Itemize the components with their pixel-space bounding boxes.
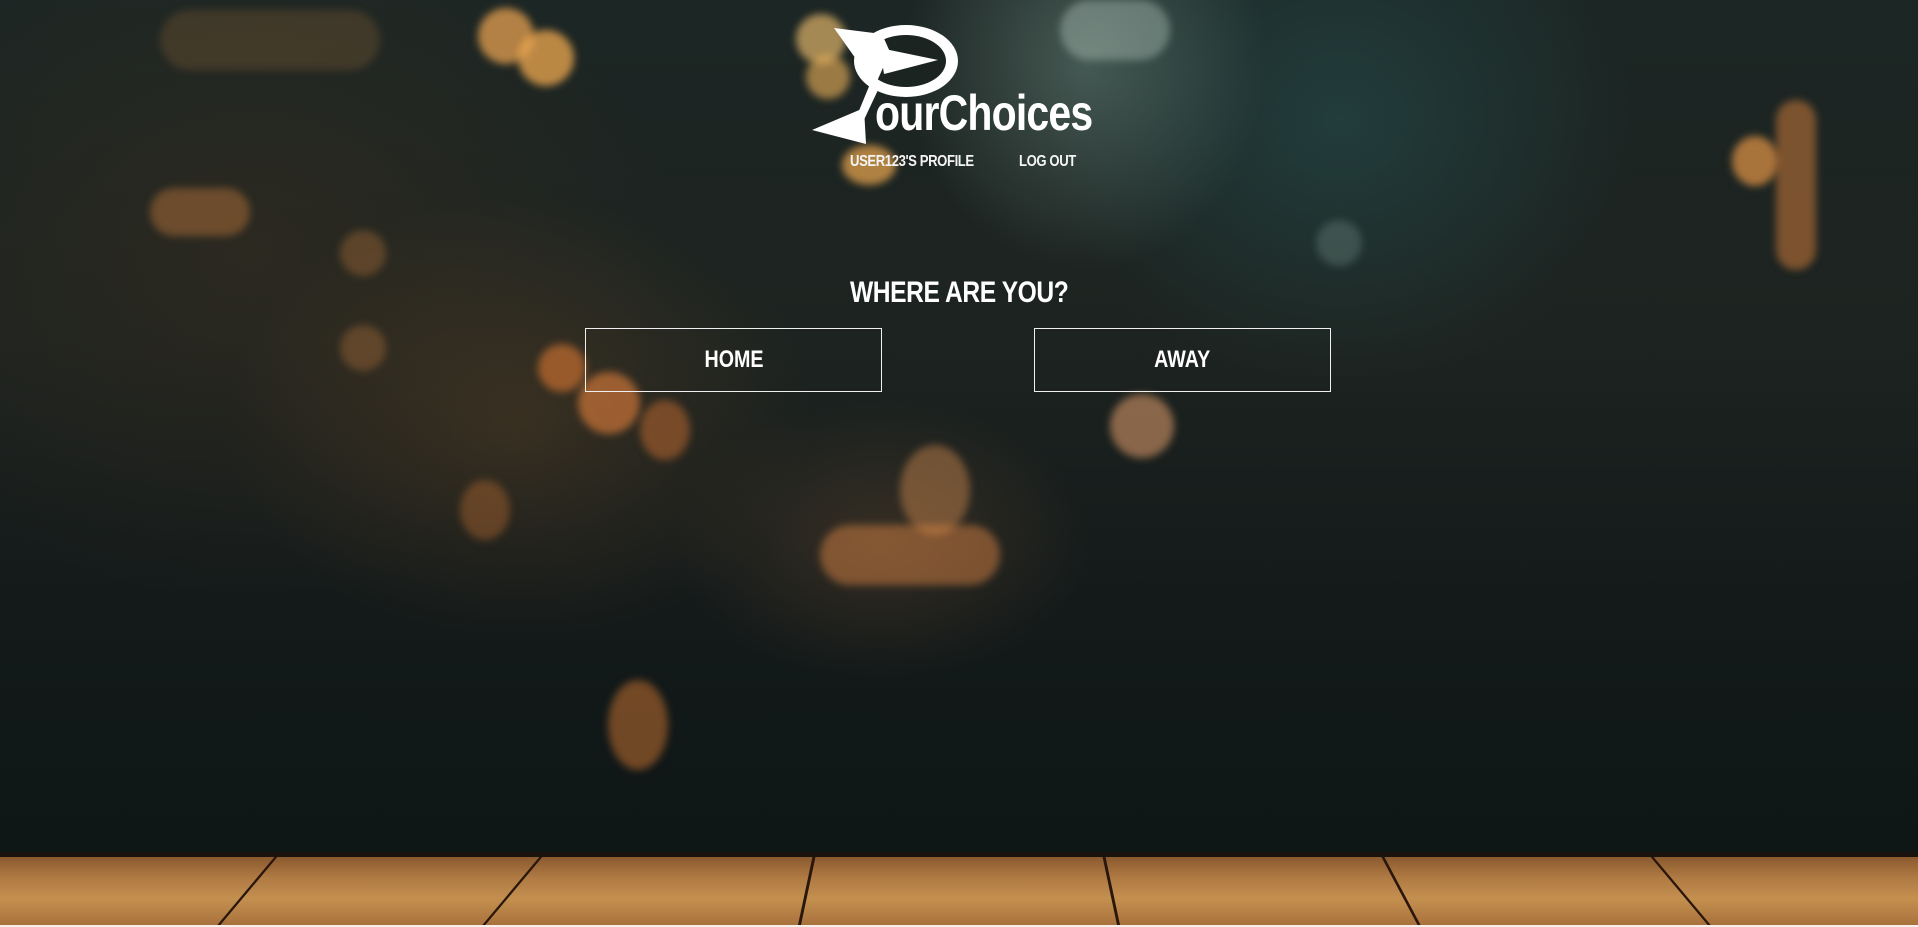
bokeh-light bbox=[1110, 394, 1174, 458]
away-button[interactable]: AWAY bbox=[1034, 328, 1331, 392]
home-button[interactable]: HOME bbox=[585, 328, 882, 392]
wooden-floor bbox=[0, 857, 1918, 927]
page: ourChoices USER123'S PROFILE LOG OUT WHE… bbox=[0, 0, 1918, 927]
floor-seam bbox=[480, 857, 543, 927]
bokeh-light bbox=[608, 680, 668, 770]
page-title-text: WHERE ARE YOU? bbox=[849, 276, 1069, 309]
floor-seam bbox=[797, 857, 816, 927]
floor-seam bbox=[1102, 857, 1121, 927]
bokeh-light bbox=[640, 400, 690, 460]
site-header: ourChoices USER123'S PROFILE LOG OUT bbox=[0, 0, 1918, 180]
brand-logo[interactable]: ourChoices bbox=[810, 18, 1110, 148]
home-button-label: HOME bbox=[703, 346, 764, 373]
brand-name: ourChoices bbox=[875, 85, 1093, 141]
bokeh-light bbox=[1316, 220, 1362, 266]
floor-seam bbox=[1381, 857, 1422, 927]
bokeh-light bbox=[340, 230, 386, 276]
logout-link[interactable]: LOG OUT bbox=[1019, 153, 1076, 177]
bokeh-light bbox=[820, 525, 1000, 585]
bokeh-light bbox=[538, 344, 586, 392]
page-title: WHERE ARE YOU? bbox=[659, 276, 1259, 310]
floor-seam bbox=[1650, 857, 1713, 927]
profile-link[interactable]: USER123'S PROFILE bbox=[850, 153, 974, 177]
floor-seam bbox=[215, 857, 278, 927]
bokeh-light bbox=[340, 325, 386, 371]
bokeh-light bbox=[900, 445, 970, 535]
bokeh-light bbox=[460, 480, 510, 540]
bokeh-light bbox=[150, 188, 250, 236]
away-button-label: AWAY bbox=[1154, 346, 1211, 373]
